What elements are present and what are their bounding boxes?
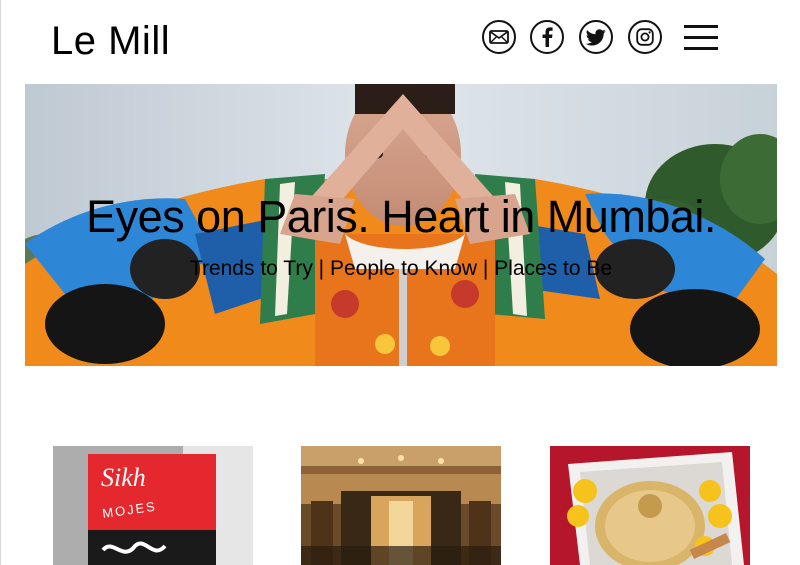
- card-1-sign-text: Sikh: [101, 463, 146, 492]
- hero-image: [25, 84, 777, 366]
- site-logo[interactable]: Le Mill: [51, 18, 170, 64]
- article-card-3[interactable]: [550, 446, 750, 565]
- menu-bar-top: [684, 25, 718, 28]
- instagram-icon[interactable]: [628, 20, 662, 54]
- article-card-2-image: [301, 446, 501, 565]
- site-header: Le Mill: [0, 0, 800, 84]
- hamburger-menu-icon[interactable]: [684, 25, 718, 51]
- hero-banner[interactable]: Eyes on Paris. Heart in Mumbai. Trends t…: [25, 84, 777, 366]
- article-card-1-image: Sikh MOJES: [53, 446, 253, 565]
- page-left-border: [0, 0, 1, 565]
- mail-icon[interactable]: [482, 20, 516, 54]
- article-card-3-image: [550, 446, 750, 565]
- facebook-icon[interactable]: [530, 20, 564, 54]
- article-card-2[interactable]: [301, 446, 501, 565]
- article-card-1[interactable]: Sikh MOJES: [53, 446, 253, 565]
- twitter-icon[interactable]: [579, 20, 613, 54]
- menu-bar-bottom: [684, 47, 718, 50]
- menu-bar-middle: [684, 36, 718, 39]
